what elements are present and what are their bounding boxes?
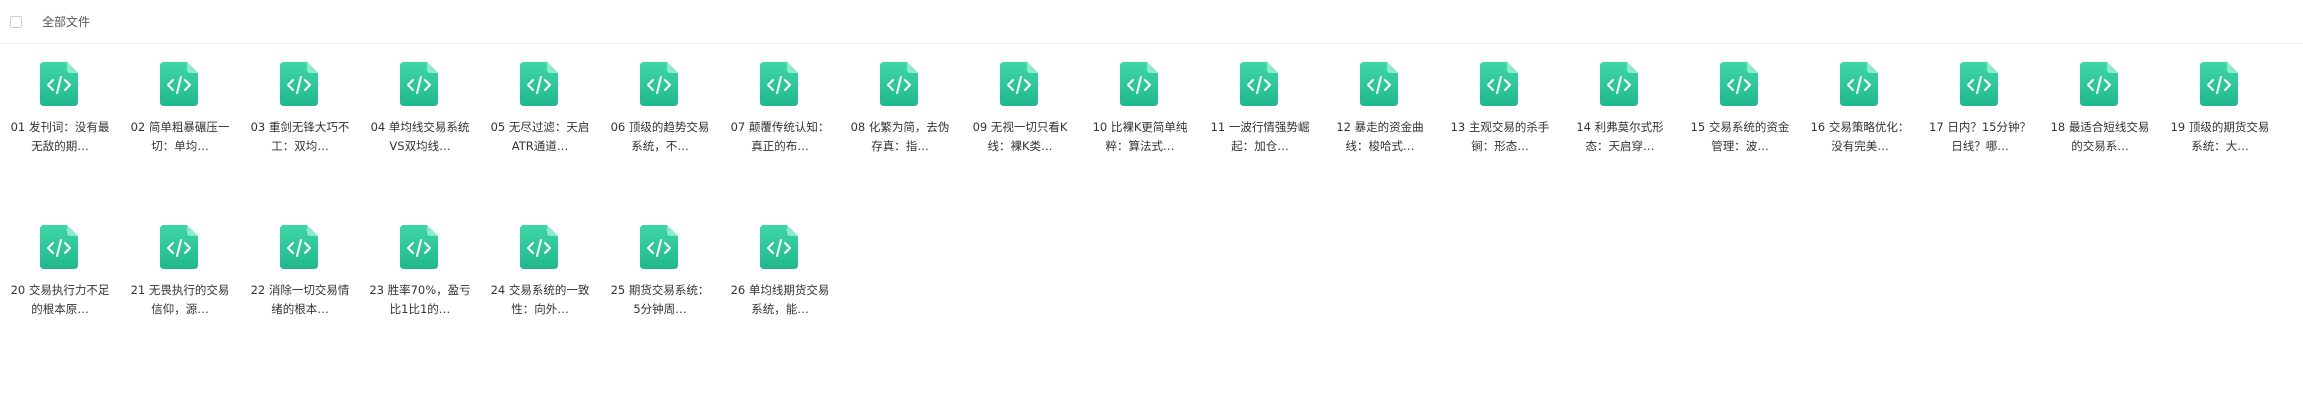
- file-name: 15 交易系统的资金管理：波…: [1690, 120, 1790, 153]
- file-item[interactable]: 21 无畏执行的交易信仰，源…: [120, 225, 240, 375]
- code-file-icon: [400, 225, 438, 269]
- code-file-icon: [1240, 62, 1278, 106]
- file-item[interactable]: 22 消除一切交易情绪的根本…: [240, 225, 360, 375]
- file-name: 24 交易系统的一致性：向外…: [490, 283, 590, 316]
- file-name: 07 颠覆传统认知：真正的布…: [730, 120, 830, 153]
- file-name: 03 重剑无锋大巧不工：双均…: [250, 120, 350, 153]
- file-name: 25 期货交易系统：5分钟周…: [610, 283, 710, 316]
- file-name: 10 比裸K更简单纯粹：算法式…: [1092, 120, 1188, 153]
- file-name: 26 单均线期货交易系统，能…: [730, 283, 830, 316]
- file-name: 06 顶级的趋势交易系统，不…: [610, 120, 710, 153]
- file-item[interactable]: 01 发刊词：没有最无敌的期…: [0, 62, 120, 212]
- file-item[interactable]: 15 交易系统的资金管理：波…: [1680, 62, 1800, 212]
- code-file-icon: [1840, 62, 1878, 106]
- select-all-label: 全部文件: [42, 15, 91, 29]
- file-name: 11 一波行情强势崛起：加仓…: [1210, 120, 1310, 153]
- file-item[interactable]: 26 单均线期货交易系统，能…: [720, 225, 840, 375]
- file-name: 17 日内？15分钟？日线？哪…: [1929, 120, 2031, 153]
- code-file-icon: [760, 62, 798, 106]
- file-item[interactable]: 12 暴走的资金曲线：梭哈式…: [1320, 62, 1440, 212]
- file-name: 19 顶级的期货交易系统：大…: [2170, 120, 2270, 153]
- file-item[interactable]: 16 交易策略优化：没有完美…: [1800, 62, 1920, 212]
- code-file-icon: [1480, 62, 1518, 106]
- code-file-icon: [1720, 62, 1758, 106]
- file-item[interactable]: 20 交易执行力不足的根本原…: [0, 225, 120, 375]
- file-item[interactable]: 03 重剑无锋大巧不工：双均…: [240, 62, 360, 212]
- file-item[interactable]: 11 一波行情强势崛起：加仓…: [1200, 62, 1320, 212]
- code-file-icon: [1120, 62, 1158, 106]
- code-file-icon: [40, 225, 78, 269]
- code-file-icon: [640, 62, 678, 106]
- file-item[interactable]: 05 无尽过滤：天启ATR通道…: [480, 62, 600, 212]
- code-file-icon: [1600, 62, 1638, 106]
- file-name: 23 胜率70%，盈亏比1比1的…: [369, 283, 471, 316]
- file-name: 04 单均线交易系统VS双均线…: [370, 120, 470, 153]
- file-name: 02 简单粗暴碾压一切：单均…: [130, 120, 230, 153]
- code-file-icon: [760, 225, 798, 269]
- file-item[interactable]: 24 交易系统的一致性：向外…: [480, 225, 600, 375]
- code-file-icon: [1000, 62, 1038, 106]
- file-item[interactable]: 18 最适合短线交易的交易系…: [2040, 62, 2160, 212]
- file-name: 01 发刊词：没有最无敌的期…: [10, 120, 110, 153]
- file-name: 08 化繁为简，去伪存真：指…: [850, 120, 950, 153]
- file-name: 16 交易策略优化：没有完美…: [1810, 120, 1910, 153]
- file-item[interactable]: 07 颠覆传统认知：真正的布…: [720, 62, 840, 212]
- file-name: 12 暴走的资金曲线：梭哈式…: [1336, 120, 1424, 153]
- file-name: 21 无畏执行的交易信仰，源…: [130, 283, 230, 316]
- file-item[interactable]: 09 无视一切只看K线：裸K类…: [960, 62, 1080, 212]
- file-item[interactable]: 25 期货交易系统：5分钟周…: [600, 225, 720, 375]
- code-file-icon: [2200, 62, 2238, 106]
- file-list-header: 全部文件: [0, 0, 2303, 44]
- code-file-icon: [520, 62, 558, 106]
- code-file-icon: [520, 225, 558, 269]
- file-item[interactable]: 04 单均线交易系统VS双均线…: [360, 62, 480, 212]
- file-name: 13 主观交易的杀手锏：形态…: [1450, 120, 1550, 153]
- code-file-icon: [40, 62, 78, 106]
- code-file-icon: [640, 225, 678, 269]
- code-file-icon: [1960, 62, 1998, 106]
- file-name: 18 最适合短线交易的交易系…: [2050, 120, 2150, 153]
- file-item[interactable]: 06 顶级的趋势交易系统，不…: [600, 62, 720, 212]
- file-item[interactable]: 17 日内？15分钟？日线？哪…: [1920, 62, 2040, 212]
- file-name: 05 无尽过滤：天启ATR通道…: [490, 120, 590, 153]
- code-file-icon: [400, 62, 438, 106]
- code-file-icon: [880, 62, 918, 106]
- code-file-icon: [2080, 62, 2118, 106]
- file-item[interactable]: 23 胜率70%，盈亏比1比1的…: [360, 225, 480, 375]
- code-file-icon: [160, 225, 198, 269]
- code-file-icon: [1360, 62, 1398, 106]
- code-file-icon: [280, 62, 318, 106]
- file-item[interactable]: 02 简单粗暴碾压一切：单均…: [120, 62, 240, 212]
- file-item[interactable]: 13 主观交易的杀手锏：形态…: [1440, 62, 1560, 212]
- file-item[interactable]: 08 化繁为简，去伪存真：指…: [840, 62, 960, 212]
- file-name: 14 利弗莫尔式形态：天启穿…: [1576, 120, 1664, 153]
- code-file-icon: [160, 62, 198, 106]
- file-grid: 01 发刊词：没有最无敌的期… 02 简单粗暴碾压一切：单均… 03 重剑无锋大巧不…: [0, 44, 2303, 405]
- file-item[interactable]: 14 利弗莫尔式形态：天启穿…: [1560, 62, 1680, 212]
- select-all-checkbox[interactable]: [10, 16, 22, 28]
- file-name: 09 无视一切只看K线：裸K类…: [972, 120, 1068, 153]
- file-item[interactable]: 19 顶级的期货交易系统：大…: [2160, 62, 2280, 212]
- file-name: 22 消除一切交易情绪的根本…: [250, 283, 350, 316]
- code-file-icon: [280, 225, 318, 269]
- file-name: 20 交易执行力不足的根本原…: [10, 283, 110, 316]
- file-item[interactable]: 10 比裸K更简单纯粹：算法式…: [1080, 62, 1200, 212]
